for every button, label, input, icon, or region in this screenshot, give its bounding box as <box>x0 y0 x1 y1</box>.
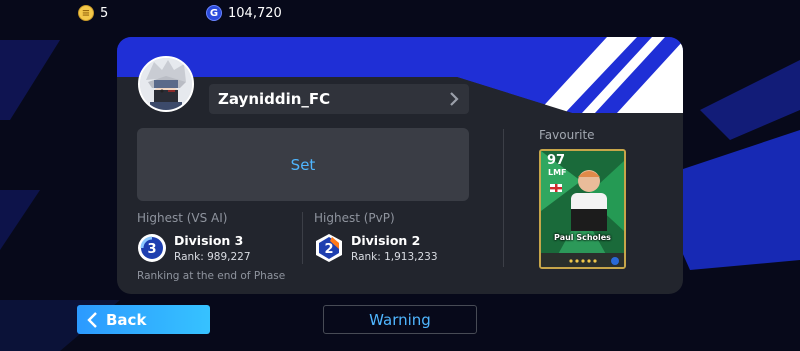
chevron-left-icon <box>87 311 97 328</box>
player-name: Paul Scholes <box>554 233 611 242</box>
svg-text:3: 3 <box>147 242 156 257</box>
highest-vs-ai-label: Highest (VS AI) <box>137 211 228 225</box>
gp-icon: G <box>206 5 222 21</box>
division-3-badge-icon: 3 <box>138 234 166 262</box>
favourite-player-card[interactable]: 97 LMF Paul Scholes <box>539 149 626 269</box>
division-2-badge-icon: 2 <box>316 234 342 262</box>
highest-pvp-label: Highest (PvP) <box>314 211 395 225</box>
ranking-note: Ranking at the end of Phase <box>137 270 286 282</box>
pvp-rank: Rank: 1,913,233 <box>351 251 438 263</box>
warning-button[interactable]: Warning <box>323 305 477 334</box>
player-card-footer <box>541 253 624 267</box>
coins-value: 5 <box>100 5 109 21</box>
star-rating-icon <box>569 257 619 265</box>
avatar-image <box>140 58 192 110</box>
svg-text:2: 2 <box>324 242 333 257</box>
favourite-divider <box>503 129 504 267</box>
player-rating: 97 <box>547 153 566 168</box>
back-button[interactable]: Back <box>77 305 210 334</box>
favourite-label: Favourite <box>539 128 595 142</box>
coins-display: ≡ 5 <box>78 5 108 21</box>
player-position: LMF <box>548 168 567 177</box>
vs-ai-division: Division 3 <box>174 233 244 248</box>
set-button[interactable]: Set <box>137 128 469 201</box>
avatar[interactable] <box>138 56 194 112</box>
vs-ai-rank: Rank: 989,227 <box>174 251 251 263</box>
chevron-right-icon <box>450 92 459 106</box>
pvp-division: Division 2 <box>351 233 421 248</box>
back-label: Back <box>106 310 147 329</box>
gp-display: G 104,720 <box>206 5 282 21</box>
username-field[interactable]: Zayniddin_FC <box>209 84 469 114</box>
warning-label: Warning <box>369 310 431 329</box>
username-text: Zayniddin_FC <box>218 90 331 108</box>
rank-divider <box>302 212 303 264</box>
currency-bar: ≡ 5 G 104,720 <box>0 0 800 30</box>
profile-card: Zayniddin_FC Set Highest (VS AI) 3 Divis… <box>117 37 683 294</box>
gp-value: 104,720 <box>228 5 282 21</box>
coin-icon: ≡ <box>78 5 94 21</box>
